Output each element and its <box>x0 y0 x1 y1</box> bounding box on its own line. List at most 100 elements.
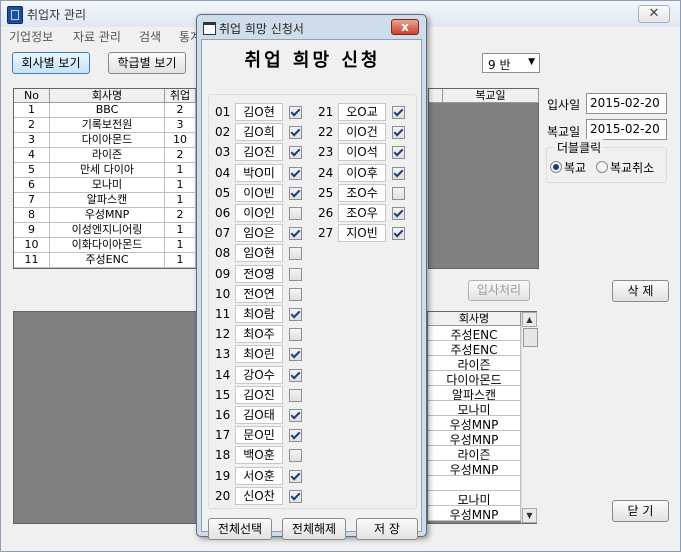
cell-company: 이성엔지니어링 <box>50 223 165 238</box>
radio-cancel-return[interactable] <box>596 161 608 173</box>
cell-no: 8 <box>14 208 50 223</box>
main-close-button[interactable]: ✕ <box>638 5 670 23</box>
student-checkbox[interactable] <box>289 267 302 281</box>
company-table-right-part: 복교일 <box>428 88 539 269</box>
menu-company-info[interactable]: 기업정보 <box>9 28 53 45</box>
save-button[interactable]: 저 장 <box>356 518 418 540</box>
table-row[interactable]: 2 기록보전원 3 <box>14 118 196 133</box>
student-checkbox[interactable] <box>289 126 302 140</box>
menu-data-management[interactable]: 자료 관리 <box>73 28 121 45</box>
student-name: 임O은 <box>235 224 283 243</box>
student-name: 김O진 <box>235 143 283 162</box>
student-checkbox[interactable] <box>289 106 302 119</box>
list-item[interactable]: 우성MNP <box>428 416 521 431</box>
student-checkbox[interactable] <box>392 146 405 160</box>
menu-search[interactable]: 검색 <box>139 28 161 45</box>
dialog-body: 취업 희망 신청 01 김O현 02 김O희 03 김O진 04 박O미 05 이O빈 06 이O인 0… <box>201 39 422 540</box>
student-name: 최O람 <box>235 305 283 323</box>
list-item[interactable]: 우성MNP <box>428 506 521 521</box>
student-name: 박O미 <box>235 163 283 182</box>
hire-process-button[interactable]: 입사처리 <box>468 280 530 301</box>
table-row[interactable]: 9 이성엔지니어링 1 <box>14 223 196 238</box>
view-by-company-button[interactable]: 회사별 보기 <box>12 52 90 74</box>
dialog-heading: 취업 희망 신청 <box>244 50 381 71</box>
student-name: 이O빈 <box>235 183 283 202</box>
view-by-class-button[interactable]: 학급별 보기 <box>108 52 186 74</box>
list-item[interactable]: 모나미 <box>428 491 521 506</box>
student-checkbox[interactable] <box>289 449 302 463</box>
student-checkbox[interactable] <box>392 186 405 200</box>
student-name: 지O빈 <box>338 224 386 243</box>
table-row[interactable]: 11 주성ENC 1 <box>14 253 196 268</box>
list-item[interactable]: 모나미 <box>428 401 521 416</box>
student-checkbox[interactable] <box>289 469 302 483</box>
student-checkbox[interactable] <box>289 328 302 342</box>
deselect-all-button[interactable]: 전체해제 <box>282 518 346 540</box>
student-number: 09 <box>215 266 231 281</box>
student-checkbox[interactable] <box>289 146 302 160</box>
student-checkbox[interactable] <box>289 308 302 321</box>
student-checkbox[interactable] <box>289 388 302 402</box>
student-checkbox[interactable] <box>392 207 405 220</box>
student-checkbox[interactable] <box>289 186 302 200</box>
table-row[interactable]: 5 만세 다이아 1 <box>14 163 196 178</box>
student-number: 15 <box>215 387 231 402</box>
class-select[interactable]: 9 반 ▼ <box>482 53 540 73</box>
list-item[interactable]: 주성ENC <box>428 341 521 356</box>
cell-company: 만세 다이아 <box>50 163 165 178</box>
student-name: 전O영 <box>235 264 283 283</box>
student-name: 최O린 <box>235 345 283 364</box>
cell-no: 7 <box>14 193 50 208</box>
list-item[interactable]: 다이아몬드 <box>428 371 521 386</box>
radio-return[interactable] <box>550 161 562 173</box>
table-row[interactable]: 10 이화다이아몬드 1 <box>14 238 196 253</box>
student-number: 17 <box>215 428 231 443</box>
student-checkbox[interactable] <box>289 247 302 261</box>
table-row[interactable]: 4 라이즌 2 <box>14 148 196 163</box>
student-checkbox[interactable] <box>392 106 405 119</box>
student-checkbox[interactable] <box>289 489 302 503</box>
list-item[interactable]: 알파스캔 <box>428 386 521 401</box>
student-table-scrollbar[interactable]: ▲ ▼ <box>521 312 538 523</box>
close-button[interactable]: 닫 기 <box>612 500 669 522</box>
student-checkbox[interactable] <box>289 348 302 362</box>
student-checkbox[interactable] <box>392 166 405 180</box>
student-checkbox[interactable] <box>289 409 302 422</box>
table-row[interactable]: 1 BBC 2 <box>14 103 196 118</box>
delete-button[interactable]: 삭 제 <box>612 280 669 302</box>
student-name: 이O인 <box>235 204 283 222</box>
student-checkbox[interactable] <box>392 227 405 241</box>
table-row[interactable]: 7 알파스캔 1 <box>14 193 196 208</box>
student-checkbox[interactable] <box>392 126 405 140</box>
student-checkbox[interactable] <box>289 287 302 301</box>
student-checkbox[interactable] <box>289 166 302 180</box>
select-all-button[interactable]: 전체선택 <box>208 518 272 540</box>
scroll-thumb[interactable] <box>523 328 538 347</box>
list-item[interactable] <box>428 476 521 491</box>
col-header-company: 회사명 <box>50 89 165 103</box>
table-row[interactable]: 3 다이아몬드 10 <box>14 133 196 148</box>
table-row[interactable]: 6 모나미 1 <box>14 178 196 193</box>
student-name: 최O주 <box>235 325 283 344</box>
student-number: 08 <box>215 246 231 261</box>
student-checkbox[interactable] <box>289 429 302 443</box>
scroll-up-icon[interactable]: ▲ <box>522 312 537 327</box>
hire-date-field[interactable]: 2015-02-20 <box>586 93 667 114</box>
list-item[interactable]: 우성MNP <box>428 461 521 476</box>
student-checkbox[interactable] <box>289 227 302 241</box>
return-date-field[interactable]: 2015-02-20 <box>586 119 667 140</box>
scroll-down-icon[interactable]: ▼ <box>522 508 537 523</box>
student-checkbox[interactable] <box>289 207 302 220</box>
student-number: 03 <box>215 145 231 160</box>
list-item[interactable]: 라이즌 <box>428 446 521 461</box>
cell-no: 1 <box>14 103 50 118</box>
list-item[interactable]: 우성MNP <box>428 431 521 446</box>
list-item[interactable]: 주성ENC <box>428 326 521 341</box>
table-row[interactable]: 8 우성MNP 2 <box>14 208 196 223</box>
student-number: 10 <box>215 286 231 301</box>
cell-company: 알파스캔 <box>50 193 165 208</box>
student-checkbox[interactable] <box>289 368 302 382</box>
list-item[interactable]: 라이즌 <box>428 356 521 371</box>
dialog-close-button[interactable]: x <box>391 19 419 35</box>
cell-company: 우성MNP <box>50 208 165 223</box>
